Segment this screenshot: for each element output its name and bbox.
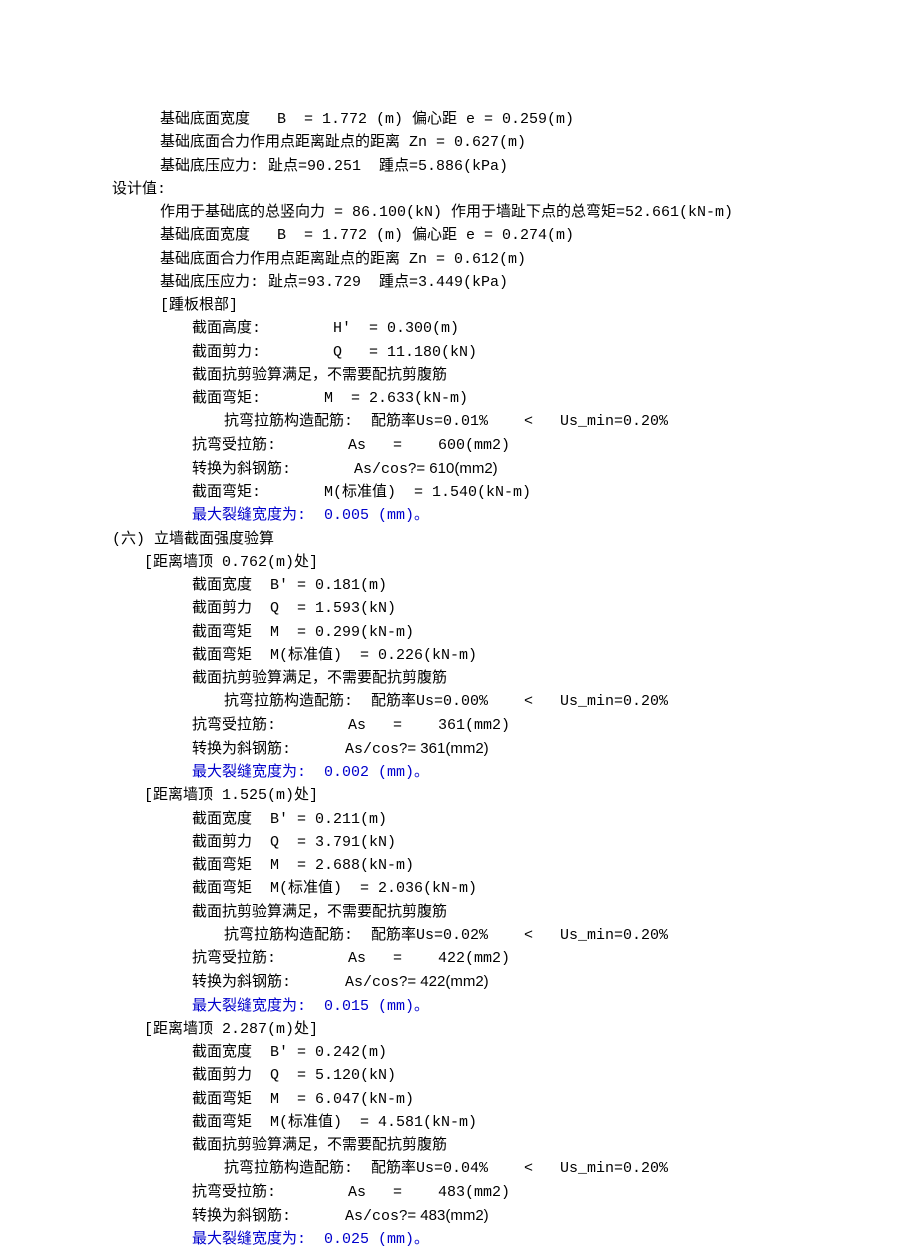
report-line: 截面弯矩 M(标准值) = 0.226(kN-m) <box>0 644 920 667</box>
report-line: 截面弯矩 M = 0.299(kN-m) <box>0 621 920 644</box>
report-line: [踵板根部] <box>0 294 920 317</box>
report-line: 截面弯矩 M = 2.688(kN-m) <box>0 854 920 877</box>
report-line: 截面剪力 Q = 3.791(kN) <box>0 831 920 854</box>
report-line: 转换为斜钢筋: As/cos?= 361(mm2) <box>0 737 920 761</box>
report-line: 截面抗剪验算满足，不需要配抗剪腹筋 <box>0 901 920 924</box>
report-page: 基础底面宽度 B = 1.772 (m) 偏心距 e = 0.259(m)基础底… <box>0 0 920 1247</box>
report-line: 截面弯矩 M = 6.047(kN-m) <box>0 1088 920 1111</box>
report-line: 基础底面宽度 B = 1.772 (m) 偏心距 e = 0.259(m) <box>0 108 920 131</box>
text-segment: ?= 483(mm2) <box>399 1207 489 1224</box>
report-line: 截面高度: H' = 0.300(m) <box>0 317 920 340</box>
text-segment: 转换为斜钢筋: As/cos <box>192 1208 399 1225</box>
report-line: 抗弯受拉筋: As = 422(mm2) <box>0 947 920 970</box>
report-line: 截面剪力 Q = 5.120(kN) <box>0 1064 920 1087</box>
report-line: 截面弯矩 M(标准值) = 4.581(kN-m) <box>0 1111 920 1134</box>
report-line: [距离墙顶 2.287(m)处] <box>0 1018 920 1041</box>
report-line: 抗弯受拉筋: As = 483(mm2) <box>0 1181 920 1204</box>
report-line: (六) 立墙截面强度验算 <box>0 528 920 551</box>
report-line: 截面剪力 Q = 1.593(kN) <box>0 597 920 620</box>
report-line: 基础底面合力作用点距离趾点的距离 Zn = 0.612(m) <box>0 248 920 271</box>
report-line: [距离墙顶 0.762(m)处] <box>0 551 920 574</box>
text-segment: ?= 610(mm2) <box>408 460 498 477</box>
report-line: 截面剪力: Q = 11.180(kN) <box>0 341 920 364</box>
report-line: 最大裂缝宽度为: 0.002 (mm)。 <box>0 761 920 784</box>
text-segment: 转换为斜钢筋: As/cos <box>192 461 408 478</box>
report-line: 截面抗剪验算满足，不需要配抗剪腹筋 <box>0 364 920 387</box>
report-line: 截面宽度 B' = 0.242(m) <box>0 1041 920 1064</box>
report-line: 基础底压应力: 趾点=93.729 踵点=3.449(kPa) <box>0 271 920 294</box>
report-line: 截面抗剪验算满足，不需要配抗剪腹筋 <box>0 667 920 690</box>
report-line: 抗弯拉筋构造配筋: 配筋率Us=0.02% < Us_min=0.20% <box>0 924 920 947</box>
report-line: 基础底面宽度 B = 1.772 (m) 偏心距 e = 0.274(m) <box>0 224 920 247</box>
report-line: 抗弯受拉筋: As = 600(mm2) <box>0 434 920 457</box>
report-line: 转换为斜钢筋: As/cos?= 610(mm2) <box>0 457 920 481</box>
report-line: 最大裂缝宽度为: 0.005 (mm)。 <box>0 504 920 527</box>
text-segment: ?= 361(mm2) <box>399 740 489 757</box>
report-line: 截面宽度 B' = 0.181(m) <box>0 574 920 597</box>
text-segment: 转换为斜钢筋: As/cos <box>192 741 399 758</box>
report-line: 转换为斜钢筋: As/cos?= 483(mm2) <box>0 1204 920 1228</box>
report-line: 基础底面合力作用点距离趾点的距离 Zn = 0.627(m) <box>0 131 920 154</box>
text-segment: ?= 422(mm2) <box>399 973 489 990</box>
report-line: 截面弯矩: M(标准值) = 1.540(kN-m) <box>0 481 920 504</box>
report-line: 截面宽度 B' = 0.211(m) <box>0 808 920 831</box>
report-line: 转换为斜钢筋: As/cos?= 422(mm2) <box>0 970 920 994</box>
report-line: 设计值: <box>0 178 920 201</box>
text-segment: 转换为斜钢筋: As/cos <box>192 974 399 991</box>
report-line: 基础底压应力: 趾点=90.251 踵点=5.886(kPa) <box>0 155 920 178</box>
report-line: 截面弯矩 M(标准值) = 2.036(kN-m) <box>0 877 920 900</box>
report-line: 抗弯受拉筋: As = 361(mm2) <box>0 714 920 737</box>
report-line: 截面弯矩: M = 2.633(kN-m) <box>0 387 920 410</box>
report-line: 抗弯拉筋构造配筋: 配筋率Us=0.01% < Us_min=0.20% <box>0 410 920 433</box>
report-line: 抗弯拉筋构造配筋: 配筋率Us=0.00% < Us_min=0.20% <box>0 690 920 713</box>
report-line: 最大裂缝宽度为: 0.015 (mm)。 <box>0 995 920 1018</box>
report-line: 抗弯拉筋构造配筋: 配筋率Us=0.04% < Us_min=0.20% <box>0 1157 920 1180</box>
report-line: 最大裂缝宽度为: 0.025 (mm)。 <box>0 1228 920 1247</box>
report-line: 截面抗剪验算满足，不需要配抗剪腹筋 <box>0 1134 920 1157</box>
report-line: [距离墙顶 1.525(m)处] <box>0 784 920 807</box>
report-line: 作用于基础底的总竖向力 = 86.100(kN) 作用于墙趾下点的总弯矩=52.… <box>0 201 920 224</box>
